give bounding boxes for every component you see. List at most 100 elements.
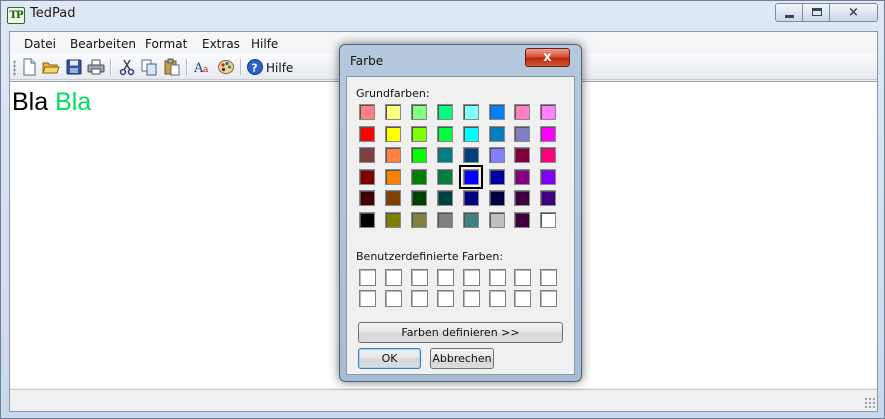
- minimize-icon: [785, 15, 794, 18]
- custom-color-swatch[interactable]: [462, 269, 480, 286]
- color-swatch[interactable]: [436, 147, 453, 164]
- open-folder-icon[interactable]: [42, 58, 60, 76]
- color-swatch[interactable]: [462, 212, 479, 228]
- color-swatch[interactable]: [462, 125, 479, 142]
- editor-content: Bla Bla: [12, 88, 91, 117]
- color-swatch[interactable]: [436, 104, 453, 120]
- custom-color-swatch[interactable]: [410, 269, 428, 286]
- color-swatch[interactable]: [410, 147, 427, 164]
- custom-colors-label: Benutzerdefinierte Farben:: [356, 250, 504, 263]
- color-swatch[interactable]: [384, 104, 401, 120]
- custom-color-swatch[interactable]: [540, 290, 558, 307]
- color-swatch[interactable]: [462, 147, 479, 164]
- color-swatch[interactable]: [458, 164, 483, 189]
- ok-button[interactable]: OK: [358, 348, 421, 369]
- color-swatch[interactable]: [514, 104, 531, 120]
- help-icon[interactable]: ?: [246, 58, 264, 76]
- custom-color-swatch[interactable]: [359, 290, 376, 307]
- custom-color-swatch[interactable]: [488, 290, 506, 307]
- color-swatch[interactable]: [540, 104, 557, 120]
- custom-color-swatch[interactable]: [514, 290, 532, 307]
- color-swatch[interactable]: [384, 212, 401, 228]
- toolbar-grip[interactable]: [13, 60, 16, 76]
- color-swatch[interactable]: [540, 125, 557, 142]
- color-swatch[interactable]: [514, 147, 531, 164]
- save-icon[interactable]: [65, 58, 83, 76]
- color-swatch[interactable]: [488, 168, 505, 185]
- custom-color-swatch[interactable]: [488, 269, 506, 286]
- text-run-black: Bla: [12, 88, 49, 116]
- menu-hilfe[interactable]: Hilfe: [251, 37, 278, 51]
- status-bar: [10, 389, 877, 411]
- color-swatch[interactable]: [488, 190, 505, 207]
- color-swatch[interactable]: [462, 104, 479, 120]
- font-icon[interactable]: Aa: [193, 58, 212, 76]
- text-run-green: Bla: [55, 88, 92, 116]
- color-swatch[interactable]: [488, 104, 505, 120]
- color-swatch[interactable]: [410, 168, 427, 185]
- color-swatch[interactable]: [514, 212, 531, 228]
- custom-color-swatch[interactable]: [359, 269, 376, 286]
- color-swatch[interactable]: [436, 212, 453, 228]
- custom-color-swatch[interactable]: [514, 269, 532, 286]
- print-icon[interactable]: [87, 58, 105, 76]
- dialog-body: Grundfarben: Benutzerdefinierte Farben: …: [346, 76, 575, 375]
- color-swatch[interactable]: [488, 212, 505, 228]
- color-swatch[interactable]: [514, 125, 531, 142]
- color-swatch[interactable]: [359, 104, 375, 120]
- color-swatch[interactable]: [488, 125, 505, 142]
- color-dialog: Farbe x Grundfarben: Benutzerdefinierte …: [339, 44, 582, 382]
- close-button[interactable]: ×: [829, 3, 878, 22]
- color-palette-icon[interactable]: [217, 58, 235, 76]
- color-swatch[interactable]: [410, 190, 427, 207]
- minimize-button[interactable]: [775, 3, 803, 22]
- color-swatch[interactable]: [540, 190, 557, 207]
- color-swatch[interactable]: [359, 125, 375, 142]
- custom-color-swatch[interactable]: [462, 290, 480, 307]
- help-label[interactable]: Hilfe: [266, 61, 293, 75]
- custom-color-swatch[interactable]: [436, 269, 454, 286]
- custom-color-swatch[interactable]: [436, 290, 454, 307]
- color-swatch[interactable]: [384, 125, 401, 142]
- color-swatch[interactable]: [359, 168, 375, 185]
- paste-icon[interactable]: [163, 58, 181, 76]
- color-swatch[interactable]: [514, 168, 531, 185]
- copy-icon[interactable]: [140, 58, 158, 76]
- dialog-title: Farbe: [350, 54, 384, 68]
- dialog-close-button[interactable]: x: [525, 48, 570, 67]
- color-swatch[interactable]: [436, 190, 453, 207]
- cancel-button[interactable]: Abbrechen: [430, 348, 494, 369]
- color-swatch[interactable]: [410, 104, 427, 120]
- define-colors-button[interactable]: Farben definieren >>: [358, 322, 563, 343]
- custom-color-swatch[interactable]: [384, 269, 402, 286]
- color-swatch[interactable]: [359, 212, 375, 228]
- title-bar[interactable]: TP TedPad ×: [1, 1, 884, 29]
- menu-format[interactable]: Format: [145, 37, 187, 51]
- color-swatch[interactable]: [436, 168, 453, 185]
- new-file-icon[interactable]: [20, 58, 38, 76]
- color-swatch[interactable]: [384, 147, 401, 164]
- custom-color-swatch[interactable]: [384, 290, 402, 307]
- color-swatch[interactable]: [540, 212, 557, 228]
- cut-icon[interactable]: [118, 58, 136, 76]
- color-swatch[interactable]: [410, 212, 427, 228]
- menu-datei[interactable]: Datei: [24, 37, 56, 51]
- color-swatch[interactable]: [384, 190, 401, 207]
- menu-extras[interactable]: Extras: [202, 37, 240, 51]
- color-swatch[interactable]: [384, 168, 401, 185]
- color-swatch[interactable]: [359, 190, 375, 207]
- custom-color-swatch[interactable]: [540, 269, 558, 286]
- color-swatch[interactable]: [540, 147, 557, 164]
- custom-color-swatch[interactable]: [410, 290, 428, 307]
- color-swatch[interactable]: [462, 190, 479, 207]
- color-swatch[interactable]: [540, 168, 557, 185]
- color-swatch[interactable]: [359, 147, 375, 164]
- menu-bearbeiten[interactable]: Bearbeiten: [70, 37, 136, 51]
- color-swatch[interactable]: [436, 125, 453, 142]
- color-swatch[interactable]: [514, 190, 531, 207]
- maximize-icon: [812, 8, 822, 16]
- maximize-button[interactable]: [802, 3, 830, 22]
- color-swatch[interactable]: [410, 125, 427, 142]
- resize-grip[interactable]: [864, 397, 876, 409]
- color-swatch[interactable]: [488, 147, 505, 164]
